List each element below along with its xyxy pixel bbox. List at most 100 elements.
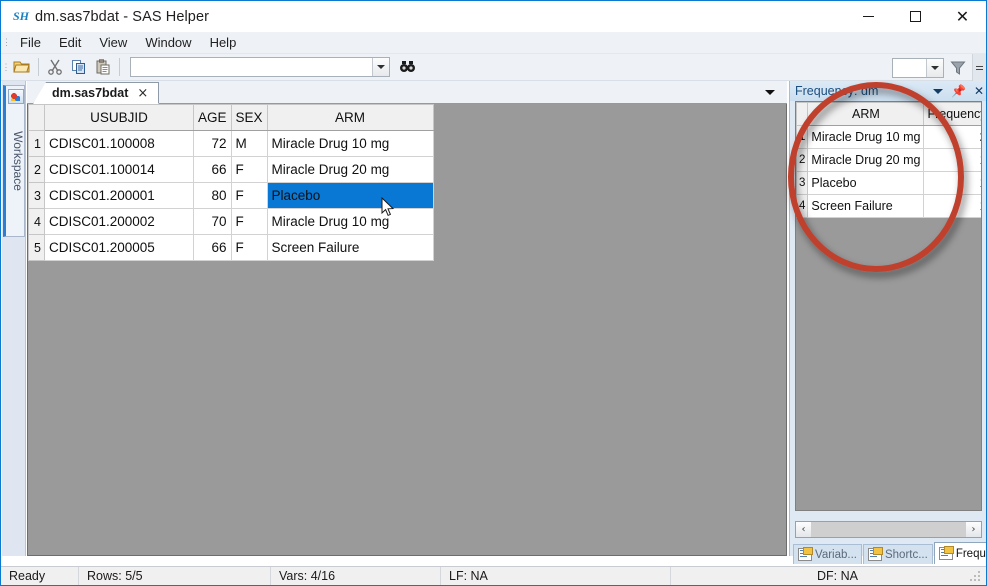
- cell-sex[interactable]: F: [230, 182, 268, 209]
- cell-age[interactable]: 80: [193, 182, 232, 209]
- right-combo[interactable]: [892, 57, 944, 78]
- dock-title-label: Frequency: dm: [795, 84, 879, 98]
- document-tab-overflow-button[interactable]: [757, 83, 783, 101]
- right-combo-arrow[interactable]: [926, 58, 943, 77]
- cell-arm[interactable]: Screen Failure: [266, 234, 434, 261]
- cell-age[interactable]: 72: [193, 130, 232, 157]
- row-number[interactable]: 1: [796, 125, 809, 149]
- cell-age[interactable]: 70: [193, 208, 232, 235]
- maximize-button[interactable]: [892, 1, 939, 32]
- cell-usubjid[interactable]: CDISC01.100014: [44, 156, 194, 183]
- search-combo[interactable]: [130, 57, 390, 77]
- cell-usubjid[interactable]: CDISC01.200002: [44, 208, 194, 235]
- scroll-right-button[interactable]: ›: [966, 522, 981, 537]
- table-row[interactable]: 5 CDISC01.200005 66 F Screen Failure: [28, 234, 434, 261]
- menu-item-file[interactable]: File: [11, 32, 50, 53]
- dock-menu-button[interactable]: [932, 88, 943, 94]
- dock-pin-button[interactable]: 📌: [951, 84, 966, 98]
- cell-age[interactable]: 66: [193, 234, 232, 261]
- tab-variables[interactable]: Variab...: [793, 544, 862, 564]
- document-tab-dm[interactable]: dm.sas7bdat ×: [33, 82, 160, 104]
- column-header-age[interactable]: AGE: [193, 104, 232, 131]
- table-row[interactable]: 4 CDISC01.200002 70 F Miracle Drug 10 mg: [28, 208, 434, 235]
- table-row[interactable]: 2 Miracle Drug 20 mg 1: [796, 148, 981, 172]
- paste-icon: [96, 59, 110, 75]
- cell-arm[interactable]: Miracle Drug 10 mg: [266, 208, 434, 235]
- cell-arm[interactable]: Screen Failure: [807, 194, 925, 218]
- toolbar-separator: [38, 58, 39, 76]
- cell-frequency[interactable]: 2: [923, 125, 981, 149]
- variables-icon: [798, 547, 813, 561]
- column-header-arm[interactable]: ARM: [807, 102, 925, 126]
- scroll-track[interactable]: [811, 522, 966, 537]
- row-number[interactable]: 2: [28, 156, 45, 183]
- table-row[interactable]: 3 CDISC01.200001 80 F Placebo: [28, 182, 434, 209]
- cell-usubjid[interactable]: CDISC01.200005: [44, 234, 194, 261]
- close-button[interactable]: ✕: [939, 1, 986, 32]
- cell-arm[interactable]: Placebo: [807, 171, 925, 195]
- row-number[interactable]: 3: [796, 171, 809, 195]
- column-header-arm[interactable]: ARM: [266, 104, 434, 131]
- menu-item-window[interactable]: Window: [136, 32, 200, 53]
- row-number[interactable]: 2: [796, 148, 809, 172]
- cell-frequency[interactable]: 1: [923, 171, 981, 195]
- column-header-sex[interactable]: SEX: [230, 104, 268, 131]
- data-grid-host: USUBJID AGE SEX ARM 1 CDISC01.100008 72 …: [27, 104, 787, 556]
- cell-sex[interactable]: F: [230, 208, 268, 235]
- tab-shortcuts[interactable]: Shortc...: [862, 544, 933, 564]
- cell-age[interactable]: 66: [193, 156, 232, 183]
- filter-button[interactable]: [944, 56, 972, 79]
- row-number[interactable]: 4: [796, 194, 809, 218]
- menu-item-help[interactable]: Help: [201, 32, 246, 53]
- close-icon[interactable]: ×: [137, 86, 148, 101]
- dock-title-bar[interactable]: Frequency: dm 📌 ✕: [790, 81, 986, 101]
- copy-button[interactable]: [67, 56, 91, 79]
- cell-sex[interactable]: M: [230, 130, 268, 157]
- dock-close-button[interactable]: ✕: [974, 84, 984, 98]
- row-number[interactable]: 1: [28, 130, 45, 157]
- menu-item-edit[interactable]: Edit: [50, 32, 90, 53]
- menu-item-view[interactable]: View: [90, 32, 136, 53]
- find-icon: [399, 60, 415, 72]
- cell-arm[interactable]: Miracle Drug 20 mg: [266, 156, 434, 183]
- table-row[interactable]: 2 CDISC01.100014 66 F Miracle Drug 20 mg: [28, 156, 434, 183]
- cell-sex[interactable]: F: [230, 156, 268, 183]
- frequency-table: ARM Frequency 1 Miracle Drug 10 mg 2 2 M…: [796, 102, 981, 218]
- column-header-usubjid[interactable]: USUBJID: [44, 104, 194, 131]
- table-row[interactable]: 3 Placebo 1: [796, 171, 981, 195]
- frequency-horizontal-scrollbar[interactable]: ‹ ›: [795, 521, 982, 538]
- open-button[interactable]: [10, 56, 34, 79]
- cell-arm[interactable]: Miracle Drug 10 mg: [807, 125, 925, 149]
- tab-frequency[interactable]: Frequ...: [933, 542, 986, 564]
- app-icon: SH: [12, 9, 29, 23]
- row-number[interactable]: 3: [28, 182, 45, 209]
- table-row[interactable]: 1 Miracle Drug 10 mg 2: [796, 125, 981, 149]
- row-number[interactable]: 5: [28, 234, 45, 261]
- cell-arm-selected[interactable]: Placebo: [266, 182, 434, 209]
- table-row[interactable]: 1 CDISC01.100008 72 M Miracle Drug 10 mg: [28, 130, 434, 157]
- search-combo-arrow[interactable]: [372, 58, 389, 76]
- scroll-left-button[interactable]: ‹: [796, 522, 811, 537]
- window-controls: ✕: [845, 1, 986, 32]
- cell-usubjid[interactable]: CDISC01.200001: [44, 182, 194, 209]
- menu-grip[interactable]: ⋮: [1, 32, 11, 54]
- cell-arm[interactable]: Miracle Drug 10 mg: [266, 130, 434, 157]
- toolbar-right: [892, 54, 986, 81]
- cell-frequency[interactable]: 1: [923, 148, 981, 172]
- sidebar-item-workspace[interactable]: Workspace: [3, 85, 25, 237]
- status-vars: Vars: 4/16: [271, 566, 441, 585]
- column-header-frequency[interactable]: Frequency: [923, 102, 981, 126]
- minimize-button[interactable]: [845, 1, 892, 32]
- resize-grip-icon[interactable]: [969, 569, 983, 583]
- toolbar-grip[interactable]: ⋮: [1, 54, 11, 81]
- toolbar-overflow-button[interactable]: [972, 54, 986, 81]
- table-row[interactable]: 4 Screen Failure 1: [796, 194, 981, 218]
- find-button[interactable]: [395, 56, 419, 79]
- cell-usubjid[interactable]: CDISC01.100008: [44, 130, 194, 157]
- cell-sex[interactable]: F: [230, 234, 268, 261]
- cut-button[interactable]: [43, 56, 67, 79]
- paste-button[interactable]: [91, 56, 115, 79]
- cell-frequency[interactable]: 1: [923, 194, 981, 218]
- row-number[interactable]: 4: [28, 208, 45, 235]
- cell-arm[interactable]: Miracle Drug 20 mg: [807, 148, 925, 172]
